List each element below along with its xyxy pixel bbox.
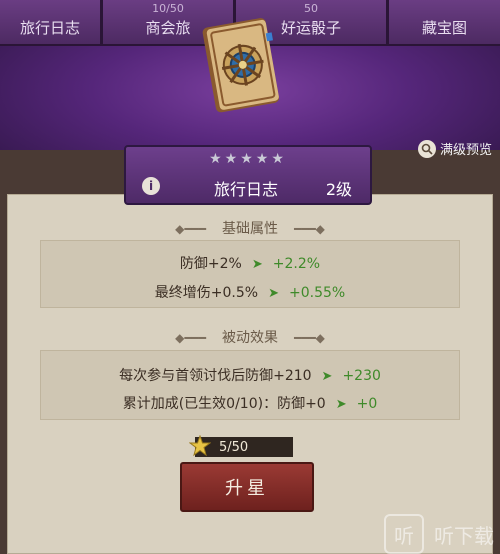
- star-up-cost: 5/50: [189, 435, 293, 457]
- tab-label: 旅行日志: [19, 19, 80, 37]
- attribute-row: 防御+2% ➤ +2.2%: [0, 253, 500, 273]
- passive-next: +230: [342, 368, 381, 384]
- star-fragment-icon: [189, 435, 211, 457]
- tab-label: 商会旅: [145, 19, 191, 37]
- arrow-right-icon: ➤: [335, 397, 347, 412]
- basic-section-heading: ◆━━━ 基础属性 ━━━◆: [175, 221, 325, 237]
- passive-row: 每次参与首领讨伐后防御+210 ➤ +230: [0, 365, 500, 385]
- passive-current: 每次参与首领讨伐后防御+210: [119, 368, 312, 384]
- tab-label: 好运骰子: [280, 19, 341, 37]
- attribute-row: 最终增伤+0.5% ➤ +0.55%: [0, 282, 500, 302]
- preview-label: 满级预览: [439, 143, 492, 158]
- watermark-text: 听下载: [434, 523, 494, 548]
- item-name: 旅行日志: [213, 180, 278, 199]
- arrow-right-icon: ➤: [251, 257, 263, 272]
- watermark: 听 听下载: [334, 514, 500, 554]
- star-up-label: 升星: [225, 478, 269, 499]
- watermark-logo: 听: [384, 514, 424, 554]
- cost-value: 5/50: [219, 439, 249, 455]
- attribute-next: +2.2%: [272, 256, 321, 272]
- passive-row: 累计加成(已生效0/10)：防御+0 ➤ +0: [0, 393, 500, 413]
- star-up-button[interactable]: 升星: [180, 462, 314, 512]
- passive-current: 累计加成(已生效0/10)：防御+0: [122, 396, 326, 412]
- section-title: 基础属性: [222, 221, 278, 237]
- arrow-right-icon: ➤: [268, 286, 279, 301]
- section-title: 被动效果: [222, 330, 278, 346]
- max-level-preview-button[interactable]: 满级预览: [417, 139, 492, 158]
- tab-count: 10/50: [152, 2, 184, 15]
- attribute-current: 最终增伤+0.5%: [154, 285, 259, 301]
- star-rating: ★★★★★: [209, 151, 287, 167]
- item-level: 2级: [325, 180, 352, 199]
- attribute-next: +0.55%: [289, 285, 346, 301]
- tab-travel-log[interactable]: 旅行日志: [0, 0, 100, 46]
- tab-count: 50: [304, 2, 318, 15]
- attribute-current: 防御+2%: [179, 256, 242, 272]
- travel-log-book-icon: [202, 18, 280, 113]
- magnifier-icon: [417, 139, 436, 158]
- tab-label: 藏宝图: [421, 19, 467, 37]
- arrow-right-icon: ➤: [321, 369, 333, 384]
- info-icon[interactable]: i: [142, 177, 160, 195]
- passive-section-heading: ◆━━━ 被动效果 ━━━◆: [175, 330, 325, 346]
- passive-next: +0: [356, 396, 378, 412]
- tab-treasure-map[interactable]: 藏宝图: [389, 0, 500, 46]
- item-title-plate: ★★★★★ i 旅行日志 2级: [124, 145, 372, 205]
